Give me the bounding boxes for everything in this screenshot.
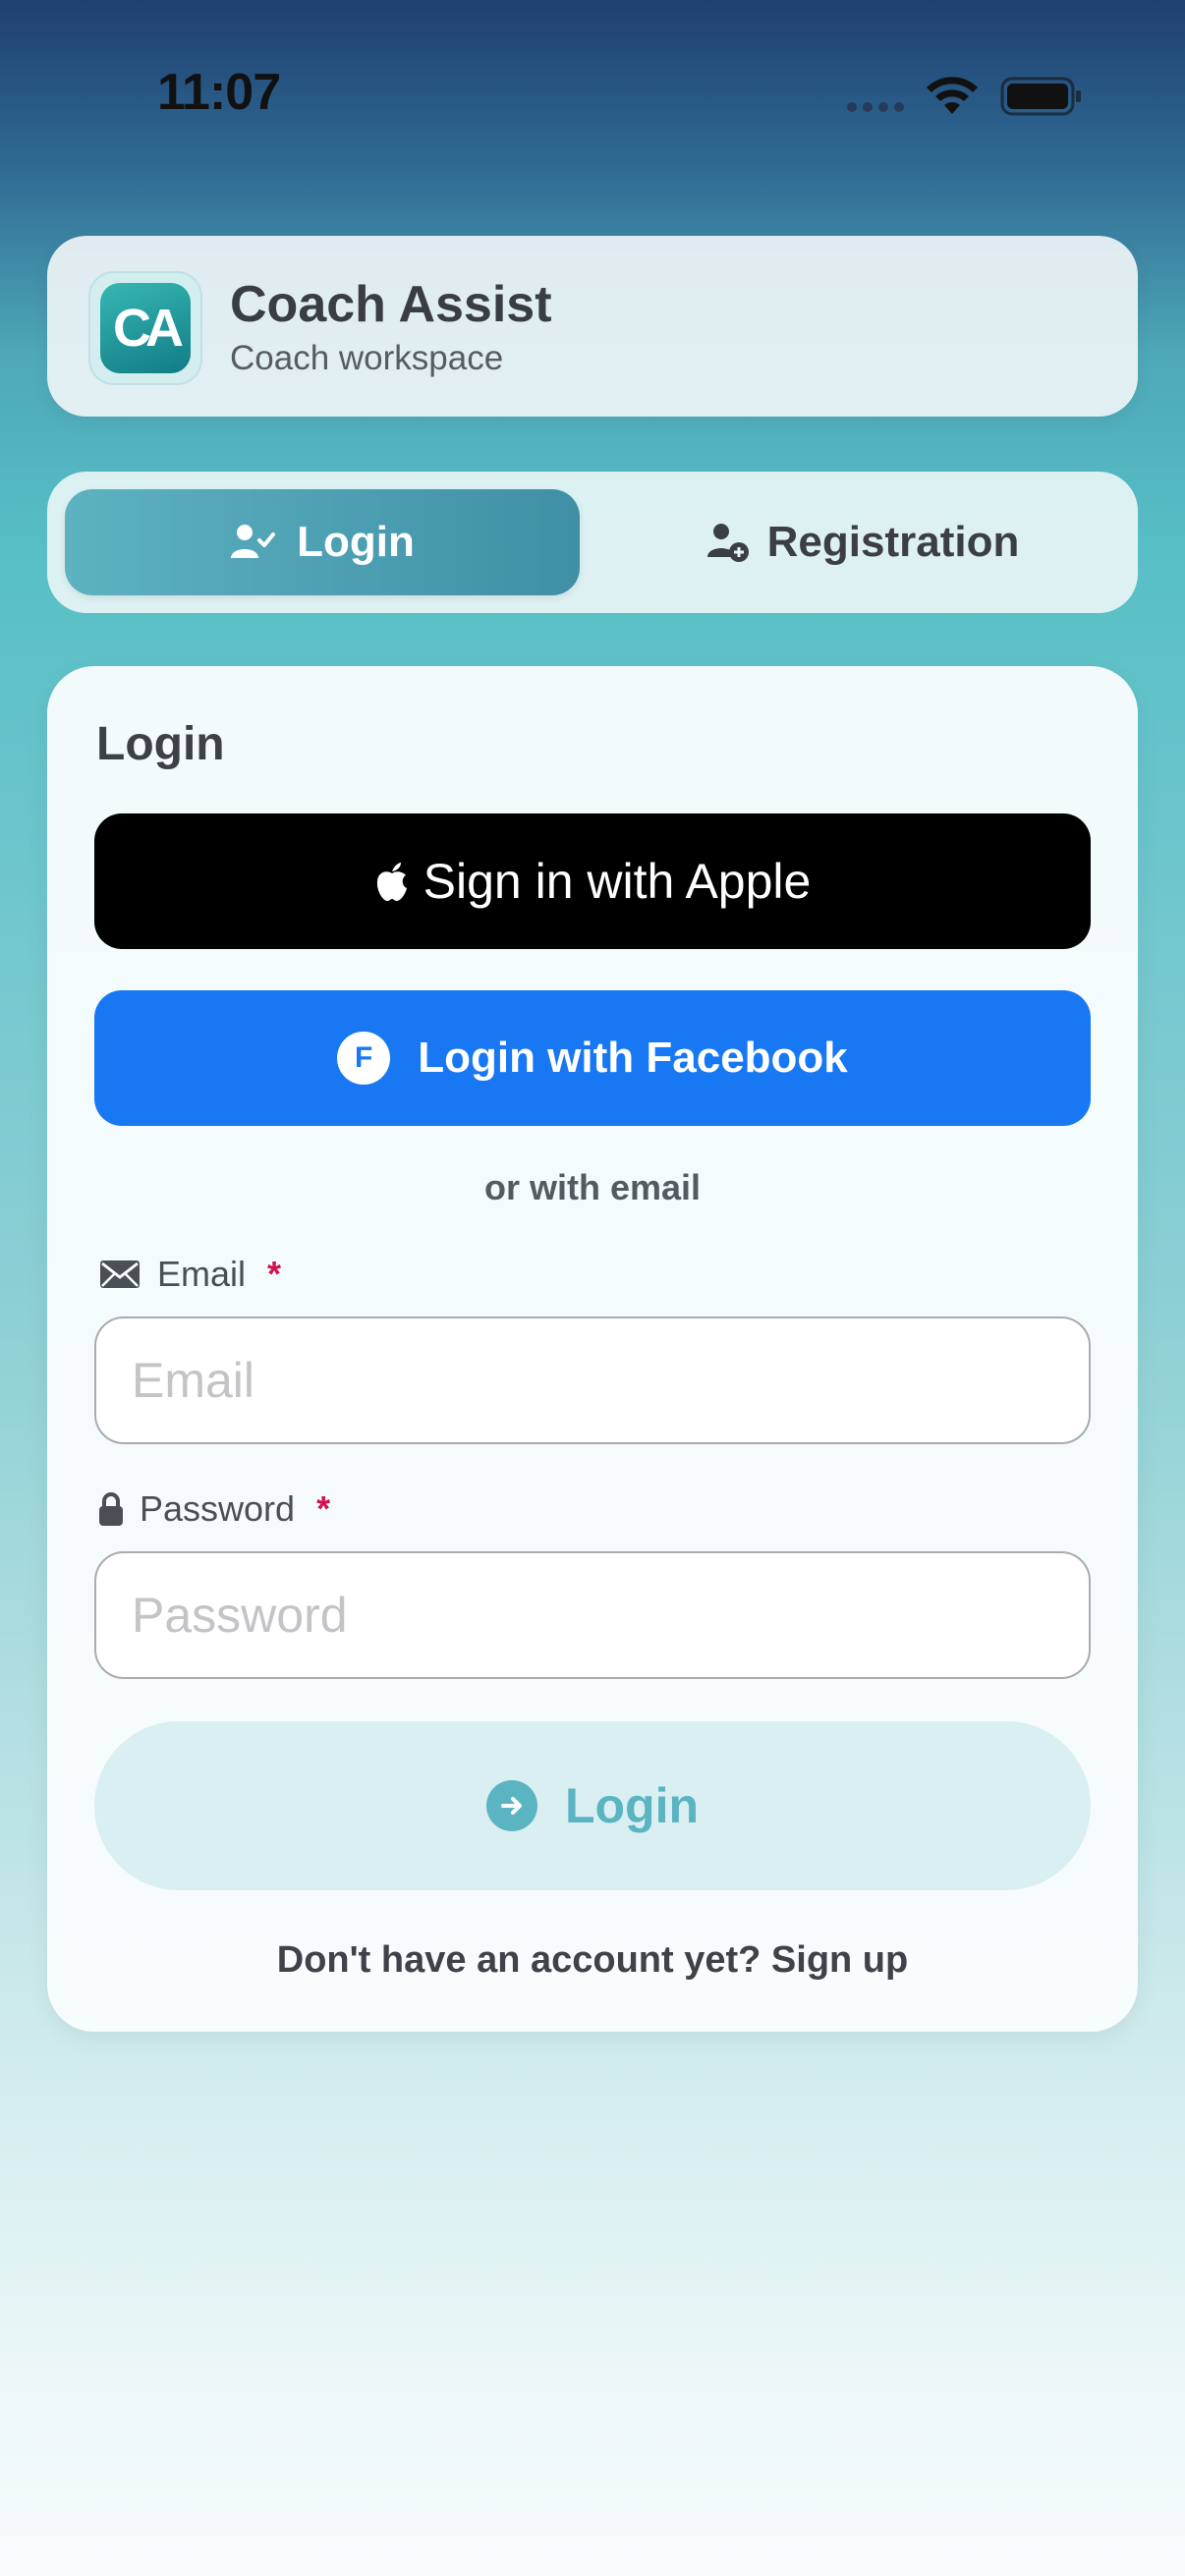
lock-icon xyxy=(99,1492,123,1526)
email-divider: or with email xyxy=(483,1167,702,1207)
app-subtitle: Coach workspace xyxy=(230,339,504,377)
tab-login-label: Login xyxy=(297,518,415,566)
arrow-right-circle-icon xyxy=(485,1780,537,1831)
facebook-icon: F xyxy=(337,1032,391,1085)
app-title: Coach Assist xyxy=(230,276,552,333)
facebook-button-label: Login with Facebook xyxy=(418,1034,848,1082)
person-add-icon xyxy=(706,524,749,562)
login-submit-button[interactable]: Login xyxy=(94,1721,1091,1890)
login-with-facebook-button[interactable]: F Login with Facebook xyxy=(94,990,1091,1126)
login-button-label: Login xyxy=(564,1778,700,1833)
tab-registration[interactable]: Registration xyxy=(605,489,1120,595)
person-check-icon xyxy=(231,525,276,558)
tab-registration-label: Registration xyxy=(766,518,1020,566)
email-label-text: Email xyxy=(157,1254,247,1294)
required-marker: * xyxy=(316,1488,331,1529)
password-input[interactable] xyxy=(94,1551,1091,1679)
sign-in-with-apple-button[interactable]: Sign in with Apple xyxy=(94,813,1091,949)
app-header-card xyxy=(47,236,1138,417)
sign-up-link[interactable]: Don't have an account yet? Sign up xyxy=(0,1939,1185,1982)
login-section-title: Login xyxy=(96,718,225,770)
apple-button-label: Sign in with Apple xyxy=(423,854,812,909)
battery-icon xyxy=(1000,77,1081,116)
password-label: Password * xyxy=(98,1488,330,1530)
required-marker: * xyxy=(267,1254,282,1294)
password-label-text: Password xyxy=(140,1488,296,1529)
email-input[interactable] xyxy=(94,1316,1091,1444)
status-time: 11:07 xyxy=(157,64,281,121)
app-logo-mark: CA xyxy=(100,283,191,373)
cellular-signal-icon xyxy=(847,102,910,112)
apple-icon xyxy=(376,863,407,901)
app-logo: CA xyxy=(88,271,202,385)
wifi-icon xyxy=(927,77,978,114)
tab-login[interactable]: Login xyxy=(65,489,580,595)
envelope-icon xyxy=(100,1260,140,1288)
email-label: Email * xyxy=(98,1254,281,1295)
